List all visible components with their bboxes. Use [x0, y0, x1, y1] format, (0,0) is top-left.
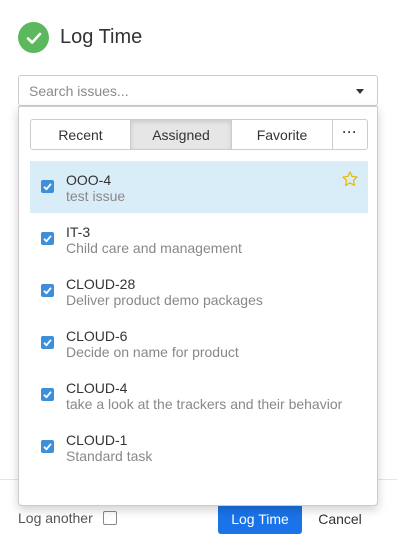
more-options-button[interactable]: ···	[332, 119, 368, 150]
log-another-checkbox[interactable]	[103, 511, 117, 525]
issue-checkbox[interactable]	[41, 180, 54, 193]
dialog-header: Log Time	[18, 22, 142, 53]
issue-key: IT-3	[66, 224, 91, 240]
issue-list: OOO-4 test issue IT-3 Child care and man…	[30, 161, 368, 473]
issue-item[interactable]: CLOUD-4 take a look at the trackers and …	[30, 369, 368, 421]
issue-search-select[interactable]	[18, 75, 378, 106]
issue-key: CLOUD-6	[66, 328, 128, 344]
tab-favorite[interactable]: Favorite	[231, 119, 333, 150]
log-another-label: Log another	[18, 510, 93, 526]
issue-filter-tabs: Recent Assigned Favorite ···	[30, 119, 368, 150]
star-outline-icon[interactable]	[341, 170, 359, 188]
issue-summary: Decide on name for product	[66, 344, 239, 360]
issue-summary: Deliver product demo packages	[66, 292, 263, 308]
issue-checkbox[interactable]	[41, 232, 54, 245]
issue-summary: Standard task	[66, 448, 153, 464]
issue-key: CLOUD-1	[66, 432, 128, 448]
issue-checkbox[interactable]	[41, 388, 54, 401]
tab-recent[interactable]: Recent	[30, 119, 131, 150]
issue-item[interactable]: CLOUD-6 Decide on name for product	[30, 317, 368, 369]
issue-summary: Child care and management	[66, 240, 242, 256]
caret-down-icon[interactable]	[356, 89, 364, 94]
issue-checkbox[interactable]	[41, 336, 54, 349]
issue-dropdown: Recent Assigned Favorite ··· OOO-4 test …	[18, 106, 378, 506]
issue-summary: test issue	[66, 188, 126, 204]
issue-item[interactable]: OOO-4 test issue	[30, 161, 368, 213]
cancel-button[interactable]: Cancel	[310, 503, 370, 534]
issue-key: OOO-4	[66, 172, 112, 188]
tab-assigned[interactable]: Assigned	[130, 119, 232, 150]
issue-key: CLOUD-4	[66, 380, 128, 396]
ellipsis-icon: ···	[342, 124, 358, 139]
log-time-button[interactable]: Log Time	[218, 503, 302, 534]
check-circle-icon	[18, 22, 49, 53]
search-input[interactable]	[19, 76, 339, 105]
issue-item[interactable]: CLOUD-28 Deliver product demo packages	[30, 265, 368, 317]
issue-checkbox[interactable]	[41, 284, 54, 297]
issue-summary: take a look at the trackers and their be…	[66, 396, 343, 412]
dialog-title: Log Time	[60, 26, 143, 48]
issue-key: CLOUD-28	[66, 276, 136, 292]
issue-item[interactable]: IT-3 Child care and management	[30, 213, 368, 265]
issue-checkbox[interactable]	[41, 440, 54, 453]
issue-item[interactable]: CLOUD-1 Standard task	[30, 421, 368, 473]
